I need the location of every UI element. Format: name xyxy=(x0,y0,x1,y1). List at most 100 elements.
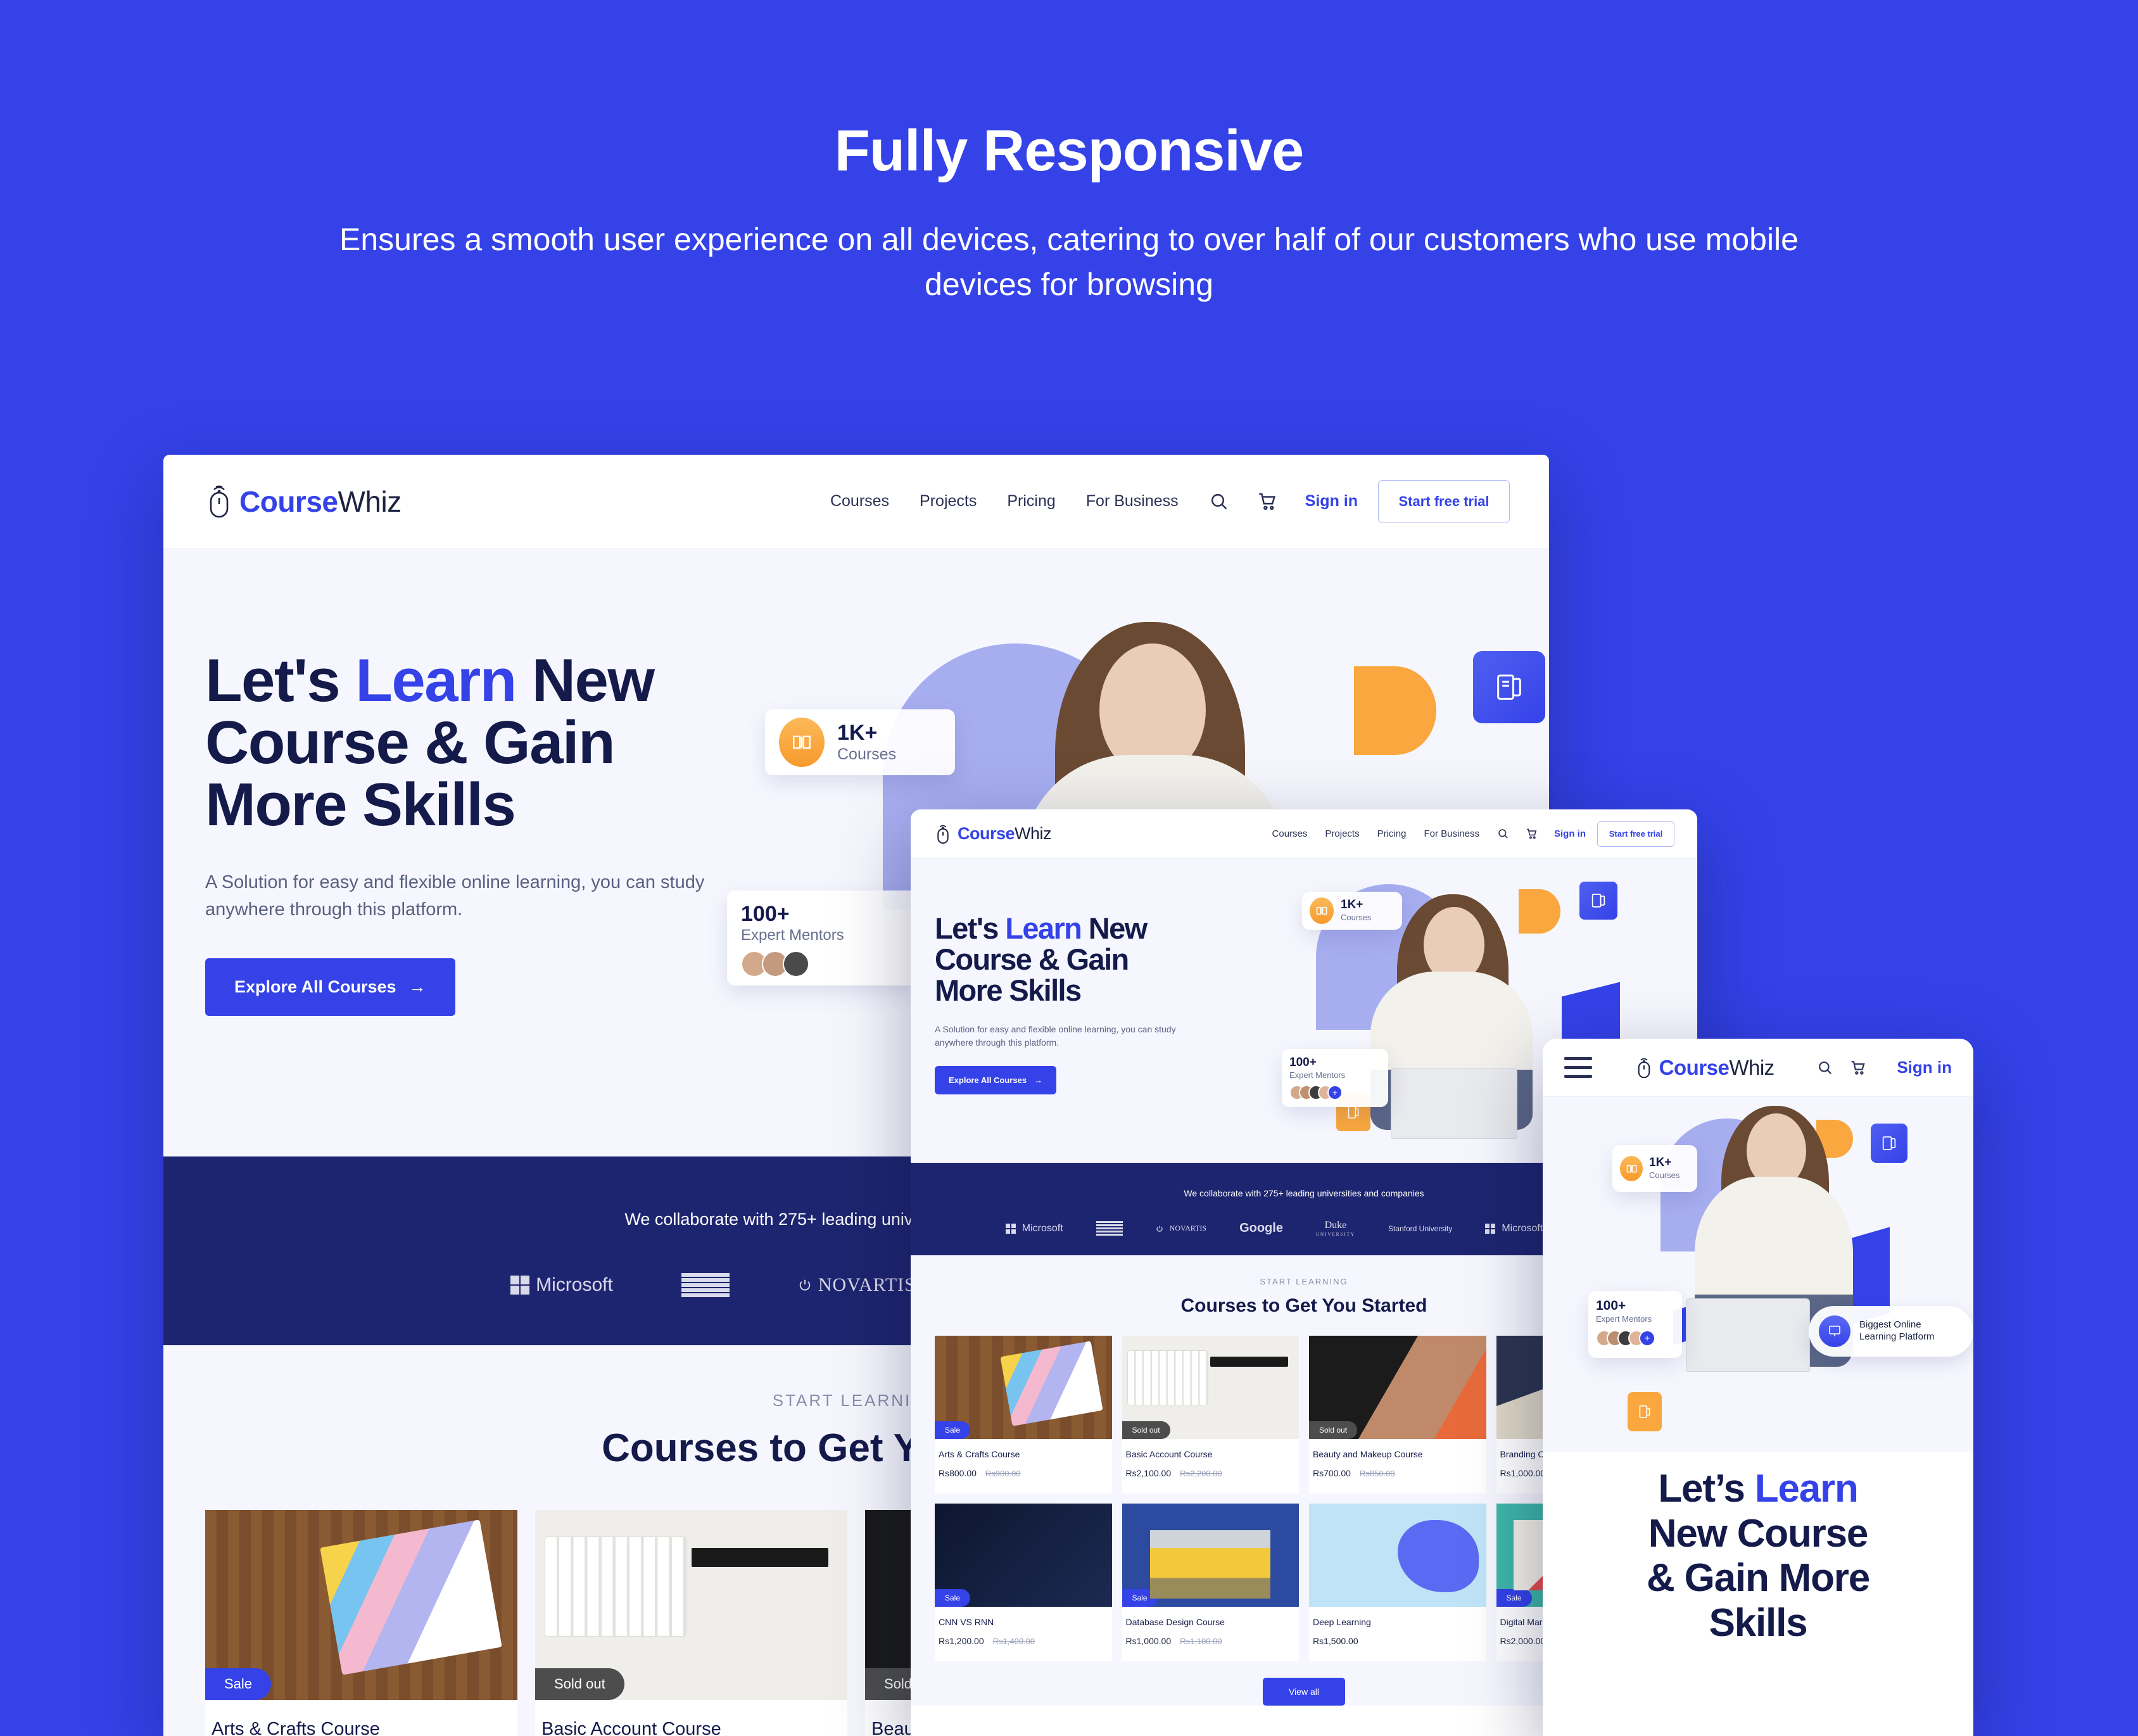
search-icon[interactable] xyxy=(1817,1060,1833,1076)
hero-line-3: & Gain More xyxy=(1647,1556,1870,1600)
nav-item-pricing[interactable]: Pricing xyxy=(1377,828,1407,839)
logo-mobile[interactable]: Course Whiz xyxy=(1635,1056,1774,1080)
course-card[interactable]: SaleArts & Crafts CourseRs800.00Rs900.00 xyxy=(205,1510,517,1736)
page-title: Fully Responsive xyxy=(834,118,1305,183)
partner-logo-microsoft: Microsoft xyxy=(510,1274,613,1296)
nav-item-pricing[interactable]: Pricing xyxy=(1007,492,1055,510)
cart-icon[interactable] xyxy=(1526,828,1538,840)
logo-tablet[interactable]: Course Whiz xyxy=(935,823,1052,845)
nav-item-projects[interactable]: Projects xyxy=(920,492,977,510)
explore-all-courses-button-tablet[interactable]: Explore All Courses → xyxy=(935,1065,1057,1094)
course-prices: Rs800.00 Rs900.00 xyxy=(939,1468,1108,1478)
decorative-quarter-shape xyxy=(1354,666,1436,755)
course-card[interactable]: Deep Learning Rs1,500.00 xyxy=(1309,1504,1486,1661)
logo-desktop[interactable]: Course Whiz xyxy=(205,484,402,519)
platform-icon xyxy=(1819,1315,1850,1347)
nav-item-projects[interactable]: Projects xyxy=(1325,828,1359,839)
course-title: CNN VS RNN xyxy=(939,1617,994,1627)
tablet-nav-icons xyxy=(1497,828,1538,840)
course-price: Rs1,500.00 xyxy=(1313,1636,1358,1646)
decorative-card-icon-blue xyxy=(1579,882,1617,920)
nav-item-for-business[interactable]: For Business xyxy=(1086,492,1179,510)
course-card[interactable]: Sold out Beauty and Makeup Course Rs700.00… xyxy=(1309,1336,1486,1493)
avatar-more[interactable]: + xyxy=(1327,1085,1343,1100)
course-card[interactable]: Sale CNN VS RNN Rs1,200.00 Rs1,400.00 xyxy=(935,1504,1112,1661)
course-card[interactable]: Sold outBasic Account CourseRs2,100.00Rs… xyxy=(1122,1336,1299,1493)
course-thumbnail: Sale xyxy=(205,1510,517,1700)
partner-logo-novartis: NOVARTIS xyxy=(798,1274,916,1296)
course-title: Beauty and Makeup Course xyxy=(1313,1449,1423,1459)
hero-line-1-accent: Learn xyxy=(1754,1467,1859,1511)
mentor-avatars-mobile: + xyxy=(1596,1330,1674,1346)
arrow-right-icon: → xyxy=(1034,1075,1043,1085)
platform-badge-text: Biggest Online Learning Platform xyxy=(1859,1319,1935,1342)
explore-all-courses-button-desktop[interactable]: Explore All Courses → xyxy=(205,958,455,1016)
course-title: Arts & Crafts Course xyxy=(939,1449,1020,1459)
hamburger-menu-icon[interactable] xyxy=(1564,1057,1592,1078)
badge-courses-label: Courses xyxy=(1341,913,1372,922)
badge-courses-tablet: 1K+ Courses xyxy=(1302,892,1402,930)
hero-line-1-b: New xyxy=(516,647,655,714)
book-icon xyxy=(1620,1156,1643,1181)
partner-logo-stanford: Stanford University xyxy=(1388,1224,1453,1233)
logo-text-primary: Course xyxy=(239,485,338,518)
course-card-body: CNN VS RNN Rs1,200.00 Rs1,400.00 xyxy=(935,1607,1112,1661)
start-free-trial-button-desktop[interactable]: Start free trial xyxy=(1378,479,1510,523)
hero-line-2: Course & Gain xyxy=(935,942,1129,976)
course-price-original: Rs2,200.00 xyxy=(1180,1468,1222,1478)
badge-courses-value: 1K+ xyxy=(1341,898,1363,911)
start-free-trial-button-tablet[interactable]: Start free trial xyxy=(1597,821,1674,847)
avatar-more[interactable]: + xyxy=(1639,1330,1655,1346)
nav-item-courses[interactable]: Courses xyxy=(830,492,889,510)
course-prices: Rs1,500.00 xyxy=(1313,1636,1483,1646)
course-card-body: Arts & Crafts CourseRs800.00Rs900.00 xyxy=(205,1700,517,1736)
course-thumbnail: Sale xyxy=(935,1504,1112,1607)
hero-line-1-a: Let's xyxy=(205,647,356,714)
course-prices: Rs2,100.00 Rs2,200.00 xyxy=(1126,1468,1296,1478)
decorative-card-icon-blue xyxy=(1473,651,1545,723)
course-card[interactable]: Sold outBasic Account CourseRs2,100.00Rs… xyxy=(535,1510,847,1736)
status-badge: Sold out xyxy=(1309,1421,1358,1439)
course-prices: Rs700.00 Rs850.00 xyxy=(1313,1468,1483,1478)
hero-line-4: Skills xyxy=(1709,1601,1808,1645)
hero-line-3: More Skills xyxy=(935,973,1082,1007)
cart-icon[interactable] xyxy=(1257,491,1277,512)
search-icon[interactable] xyxy=(1209,491,1229,512)
status-badge: Sold out xyxy=(1122,1421,1170,1439)
course-card[interactable]: Sale Arts & Crafts Course Rs800.00Rs900.00 xyxy=(935,1336,1112,1493)
view-all-button[interactable]: View all xyxy=(1263,1678,1345,1706)
signin-link-desktop[interactable]: Sign in xyxy=(1305,492,1358,510)
nav-item-for-business[interactable]: For Business xyxy=(1424,828,1479,839)
badge-courses-value: 1K+ xyxy=(837,721,878,745)
signin-link-tablet[interactable]: Sign in xyxy=(1554,828,1586,839)
course-price: Rs800.00 xyxy=(939,1468,977,1478)
nav-item-courses[interactable]: Courses xyxy=(1272,828,1308,839)
hero-line-1-a: Let’s xyxy=(1658,1467,1755,1511)
hero-paragraph-tablet: A Solution for easy and flexible online … xyxy=(935,1023,1176,1048)
page-subtitle: Ensures a smooth user experience on all … xyxy=(339,221,1799,302)
badge-courses-value: 1K+ xyxy=(1649,1156,1672,1169)
course-price-original: Rs1,400.00 xyxy=(992,1636,1035,1646)
course-price: Rs2,000.00 xyxy=(1500,1636,1546,1646)
status-badge: Sale xyxy=(935,1421,971,1439)
badge-courses-label: Courses xyxy=(1649,1170,1680,1180)
signin-link-mobile[interactable]: Sign in xyxy=(1897,1058,1952,1077)
badge-mentors-mobile: 100+ Expert Mentors + xyxy=(1588,1291,1682,1358)
desktop-nav-links: Courses Projects Pricing For Business xyxy=(830,492,1179,510)
course-thumbnail: Sold out xyxy=(1309,1336,1486,1439)
partner-logo-novartis: NOVARTIS xyxy=(1156,1224,1206,1233)
badge-platform-mobile: Biggest Online Learning Platform xyxy=(1809,1306,1973,1357)
hero-heading-mobile: Let’s Learn New Course & Gain More Skill… xyxy=(1543,1467,1973,1646)
mouse-logo-icon xyxy=(937,825,949,844)
cart-icon[interactable] xyxy=(1850,1060,1866,1076)
partner-logo-google: Google xyxy=(1239,1221,1283,1235)
decorative-quarter-shape xyxy=(1519,889,1560,934)
course-card-body: Basic Account CourseRs2,100.00Rs2,200.00 xyxy=(535,1700,847,1736)
partner-logo-microsoft-2: Microsoft xyxy=(1485,1223,1543,1234)
course-card[interactable]: Sale Database Design Course Rs1,000.00 Rs1,… xyxy=(1122,1504,1299,1661)
course-card-body: Beauty and Makeup Course Rs700.00 Rs850.00 xyxy=(1309,1439,1486,1493)
course-price: Rs1,000.00 xyxy=(1500,1468,1546,1478)
course-thumbnail: Sold out xyxy=(1122,1336,1299,1439)
course-card-body: Database Design Course Rs1,000.00 Rs1,100.… xyxy=(1122,1607,1299,1661)
search-icon[interactable] xyxy=(1497,828,1509,840)
